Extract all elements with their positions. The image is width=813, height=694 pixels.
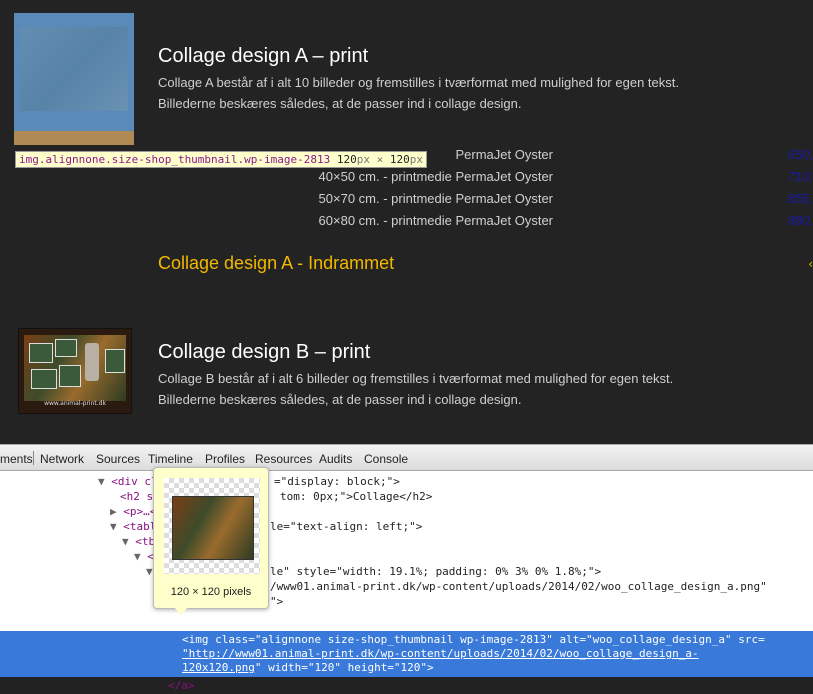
dom-node[interactable]: ▼ <div cl ="display: block;">	[98, 475, 400, 490]
collage-photo	[59, 365, 81, 387]
product-a-description: Collage A består af i alt 10 billeder og…	[158, 72, 778, 114]
collage-photo	[105, 349, 125, 373]
dom-node[interactable]: ▼ <tb	[122, 535, 155, 550]
tab-sources[interactable]: Sources	[96, 452, 140, 466]
image-src-link-end[interactable]: 120x120.png	[182, 661, 255, 674]
product-b-description: Collage B består af i alt 6 billeder og …	[158, 368, 778, 410]
product-b-desc-line1: Collage B består af i alt 6 billeder og …	[158, 371, 674, 386]
product-b-thumbnail[interactable]: www.animal-print.dk	[18, 328, 132, 414]
devtools-panel: ments Network Sources Timeline Profiles …	[0, 444, 813, 692]
dom-node-tag: <p>…<	[123, 505, 157, 518]
dom-node-attrs: ">	[270, 595, 284, 608]
price-value: 650,	[787, 147, 813, 162]
tab-timeline[interactable]: Timeline	[148, 452, 193, 466]
selected-node-src-end: 120x120.png" width="120" height="120">	[182, 661, 434, 676]
image-dimensions-caption: 120 × 120 pixels	[170, 586, 252, 598]
thumbnail-highlight-overlay	[14, 13, 134, 131]
collapsed-triangle-icon[interactable]: ▶	[110, 505, 117, 518]
tab-profiles[interactable]: Profiles	[205, 452, 245, 466]
rider-figure	[85, 343, 99, 381]
tab-separator	[33, 451, 34, 465]
selected-node-src: "http://www01.animal-print.dk/wp-content…	[182, 647, 699, 662]
image-src-link[interactable]: "http://www01.animal-print.dk/wp-content…	[182, 647, 699, 660]
product-page: Collage design A – print Collage A bestå…	[0, 0, 813, 440]
popover-pointer	[174, 607, 188, 615]
dom-node-tag: <div cl	[111, 475, 158, 488]
product-a-title[interactable]: Collage design A – print	[158, 45, 368, 68]
price-row[interactable]: 40×50 cm. - printmedie PermaJet Oyster 7…	[0, 169, 813, 191]
expand-triangle-icon[interactable]: ▼	[122, 535, 129, 548]
selected-dom-node[interactable]: <img class="alignnone size-shop_thumbnai…	[0, 631, 813, 677]
expand-triangle-icon[interactable]: ▼	[110, 520, 117, 533]
dom-tree: ▼ <div cl ="display: block;"> <h2 s tom: 0…	[0, 471, 813, 692]
tab-network[interactable]: Network	[40, 452, 84, 466]
collage-photo	[29, 343, 53, 363]
dom-node[interactable]: ▼ <tabl le="text-align: left;">	[110, 520, 422, 535]
product-b-desc-line2: Billederne beskæres således, at de passe…	[158, 392, 522, 407]
price-label: 40×50 cm. - printmedie PermaJet Oyster	[318, 169, 553, 184]
dom-node-attrs: le="text-align: left;">	[270, 520, 423, 533]
dom-node-attrs: le" style="width: 19.1%; padding: 0% 3% …	[270, 565, 602, 578]
product-b-title[interactable]: Collage design B – print	[158, 341, 370, 364]
closing-a-tag: </a>	[168, 679, 195, 692]
product-a-desc-line2: Billederne beskæres således, at de passe…	[158, 96, 522, 111]
dom-node[interactable]: <h2 s tom: 0px;">Collage</h2>	[120, 490, 432, 505]
framed-product-link[interactable]: Collage design A - Indrammet	[158, 253, 394, 274]
dom-node-close[interactable]: </a>	[168, 679, 195, 694]
product-a-desc-line1: Collage A består af i alt 10 billeder og…	[158, 75, 679, 90]
expand-triangle-icon[interactable]: ▼	[146, 565, 153, 578]
dom-node[interactable]: /www01.animal-print.dk/wp-content/upload…	[270, 580, 767, 595]
dom-node[interactable]: ▶ <p>…<	[110, 505, 156, 520]
price-value: 855,	[787, 191, 813, 206]
dom-node-attrs: tom: 0px;">Collage</h2>	[280, 490, 433, 503]
price-value: 710,	[787, 169, 813, 184]
dom-node-attrs: /www01.animal-print.dk/wp-content/upload…	[270, 580, 767, 593]
image-preview	[172, 496, 254, 560]
chevron-left-icon[interactable]: ‹	[808, 257, 813, 271]
price-row[interactable]: 50×70 cm. - printmedie PermaJet Oyster 8…	[0, 191, 813, 213]
dom-node-attrs: ="display: block;">	[274, 475, 400, 488]
expand-triangle-icon[interactable]: ▼	[134, 550, 141, 563]
dom-node[interactable]: ">	[270, 595, 283, 610]
dom-node-tag: <h2 s	[120, 490, 154, 503]
collage-photo	[31, 369, 57, 389]
tab-audits[interactable]: Audits	[319, 452, 352, 466]
image-preview-popover: 120 × 120 pixels	[153, 467, 269, 615]
dom-node[interactable]: ▼ <	[134, 550, 154, 565]
collage-caption: www.animal-print.dk	[44, 400, 106, 407]
price-label: PermaJet Oyster	[455, 147, 553, 162]
price-row[interactable]: PermaJet Oyster 650,	[0, 147, 813, 169]
devtools-tab-bar: ments Network Sources Timeline Profiles …	[0, 445, 813, 471]
thumbnail-bottom-bar	[14, 131, 134, 145]
expand-triangle-icon[interactable]: ▼	[98, 475, 105, 488]
collage-photo	[55, 339, 77, 357]
dom-node-tag: <tabl	[123, 520, 157, 533]
product-a-thumbnail[interactable]	[14, 13, 134, 145]
selected-node-dims: " width="120" height="120">	[254, 661, 434, 674]
price-label: 50×70 cm. - printmedie PermaJet Oyster	[318, 191, 553, 206]
tab-console[interactable]: Console	[364, 452, 408, 466]
dom-node[interactable]: ▼ le" style="width: 19.1%; padding: 0% 3%…	[146, 565, 601, 580]
tab-resources[interactable]: Resources	[255, 452, 312, 466]
price-value: 880,	[787, 213, 813, 228]
tab-elements[interactable]: ments	[0, 452, 33, 466]
price-row[interactable]: 60×80 cm. - printmedie PermaJet Oyster 8…	[0, 213, 813, 235]
price-label: 60×80 cm. - printmedie PermaJet Oyster	[318, 213, 553, 228]
selected-node-line: <img class="alignnone size-shop_thumbnai…	[182, 633, 765, 646]
